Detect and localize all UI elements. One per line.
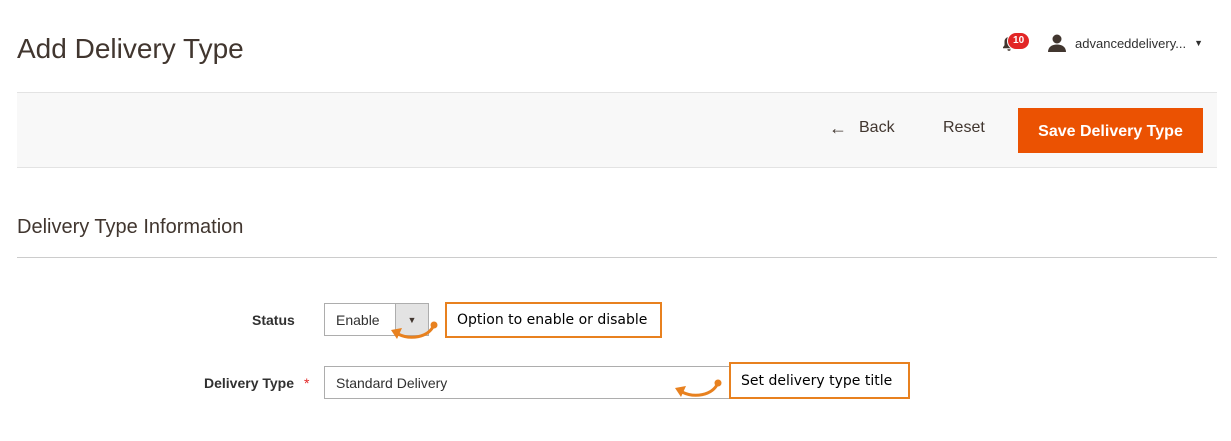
back-label: Back xyxy=(859,119,895,136)
header-actions: 10 advanceddelivery... ▼ xyxy=(999,32,1203,54)
status-annotation-arrow xyxy=(391,321,438,339)
user-name: advanceddelivery... xyxy=(1075,35,1187,51)
title-annotation-arrow xyxy=(675,379,722,397)
save-delivery-type-button[interactable]: Save Delivery Type xyxy=(1018,108,1203,153)
user-icon xyxy=(1048,34,1067,52)
page-actions-toolbar: ← Back Reset Save Delivery Type xyxy=(17,92,1217,168)
notifications-button[interactable]: 10 xyxy=(999,32,1031,54)
status-value: Enable xyxy=(336,312,380,328)
chevron-down-icon: ▼ xyxy=(1194,38,1203,48)
title-annotation-text: Set delivery type title xyxy=(741,372,893,389)
status-annotation-callout: Option to enable or disable xyxy=(445,302,662,338)
section-divider xyxy=(17,257,1217,258)
reset-button[interactable]: Reset xyxy=(943,119,985,137)
delivery-type-label: Delivery Type * xyxy=(204,375,309,391)
required-marker: * xyxy=(304,375,310,391)
back-button[interactable]: ← Back xyxy=(829,119,895,137)
arrow-left-icon: ← xyxy=(829,118,847,138)
notification-badge: 10 xyxy=(1007,32,1031,50)
page-title: Add Delivery Type xyxy=(17,33,244,64)
title-annotation-callout: Set delivery type title xyxy=(729,362,910,399)
user-menu[interactable]: advanceddelivery... ▼ xyxy=(1047,34,1203,52)
section-title: Delivery Type Information xyxy=(17,216,244,238)
status-label: Status xyxy=(252,312,295,328)
status-annotation-text: Option to enable or disable xyxy=(457,312,648,328)
delivery-type-label-text: Delivery Type xyxy=(204,375,295,391)
